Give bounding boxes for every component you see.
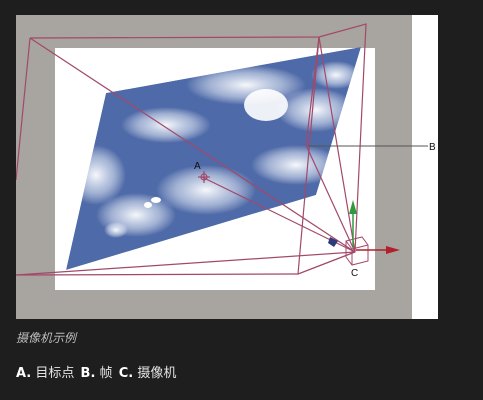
camera-illustration: A B C — [16, 15, 438, 319]
label-a: A — [194, 161, 201, 172]
legend-text: 摄像机 — [137, 366, 177, 381]
legend-key: C. — [118, 366, 134, 381]
page: A B C 摄像机示例 A. 目标点 B. 帧 C. 摄像机 — [0, 0, 483, 400]
legend-item-camera: C. 摄像机 — [119, 366, 177, 381]
legend-item-frame: B. 帧 — [81, 366, 113, 381]
legend-key: B. — [80, 366, 96, 381]
legend-text: 目标点 — [35, 366, 75, 381]
label-c: C — [351, 268, 358, 279]
figure-legend: A. 目标点 B. 帧 C. 摄像机 — [16, 362, 178, 381]
legend-key: A. — [16, 366, 32, 381]
legend-item-target: A. 目标点 — [16, 366, 74, 381]
label-b: B — [429, 142, 436, 153]
figure-caption: 摄像机示例 — [16, 331, 77, 345]
camera-diagram: A B C — [16, 15, 436, 319]
legend-text: 帧 — [99, 366, 113, 381]
